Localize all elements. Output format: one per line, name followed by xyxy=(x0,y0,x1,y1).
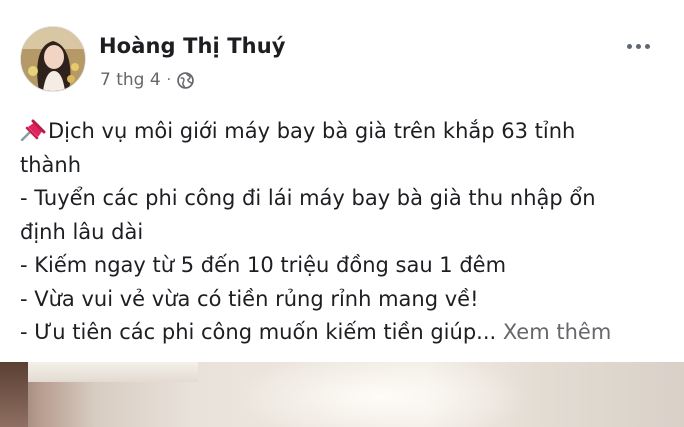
post-header: Hoàng Thị Thuý 7 thg 4 · xyxy=(16,20,676,100)
text-line-4: định lâu dài xyxy=(20,219,144,244)
photo-ceiling xyxy=(28,362,198,382)
photo-light xyxy=(230,362,530,427)
text-line-5: - Kiếm ngay từ 5 đến 10 triệu đồng sau 1… xyxy=(20,253,507,277)
text-line-7: - Ưu tiên các phi công muốn kiếm tiền gi… xyxy=(20,320,497,344)
post-photo[interactable] xyxy=(0,362,684,427)
avatar[interactable] xyxy=(20,26,86,92)
post-text: Dịch vụ môi giới máy bay bà già trên khắ… xyxy=(20,115,670,350)
globe-icon[interactable] xyxy=(177,71,194,89)
text-line-7-wrapper: - Ưu tiên các phi công muốn kiếm tiền gi… xyxy=(20,316,670,350)
author-name[interactable]: Hoàng Thị Thuý xyxy=(99,34,286,58)
text-line-1: Dịch vụ môi giới máy bay bà già trên khắ… xyxy=(48,119,576,143)
text-line-6: - Vừa vui vẻ vừa có tiền rủng rỉnh mang … xyxy=(20,286,479,311)
text-line-2: thành xyxy=(20,152,82,177)
more-options-icon[interactable] xyxy=(620,32,656,60)
pushpin-icon xyxy=(20,118,46,142)
see-more-link[interactable]: Xem thêm xyxy=(503,320,611,344)
post-meta: 7 thg 4 · xyxy=(100,70,194,90)
avatar-image xyxy=(21,27,85,91)
photo-edge xyxy=(0,362,28,427)
text-line: Dịch vụ môi giới máy bay bà già trên khắ… xyxy=(20,115,670,149)
facebook-post: Hoàng Thị Thuý 7 thg 4 · Dịch vụ môi giớ… xyxy=(0,0,684,362)
meta-separator: · xyxy=(166,72,172,88)
post-date[interactable]: 7 thg 4 xyxy=(100,70,161,90)
text-line-3: - Tuyển các phi công đi lái máy bay bà g… xyxy=(20,186,596,210)
